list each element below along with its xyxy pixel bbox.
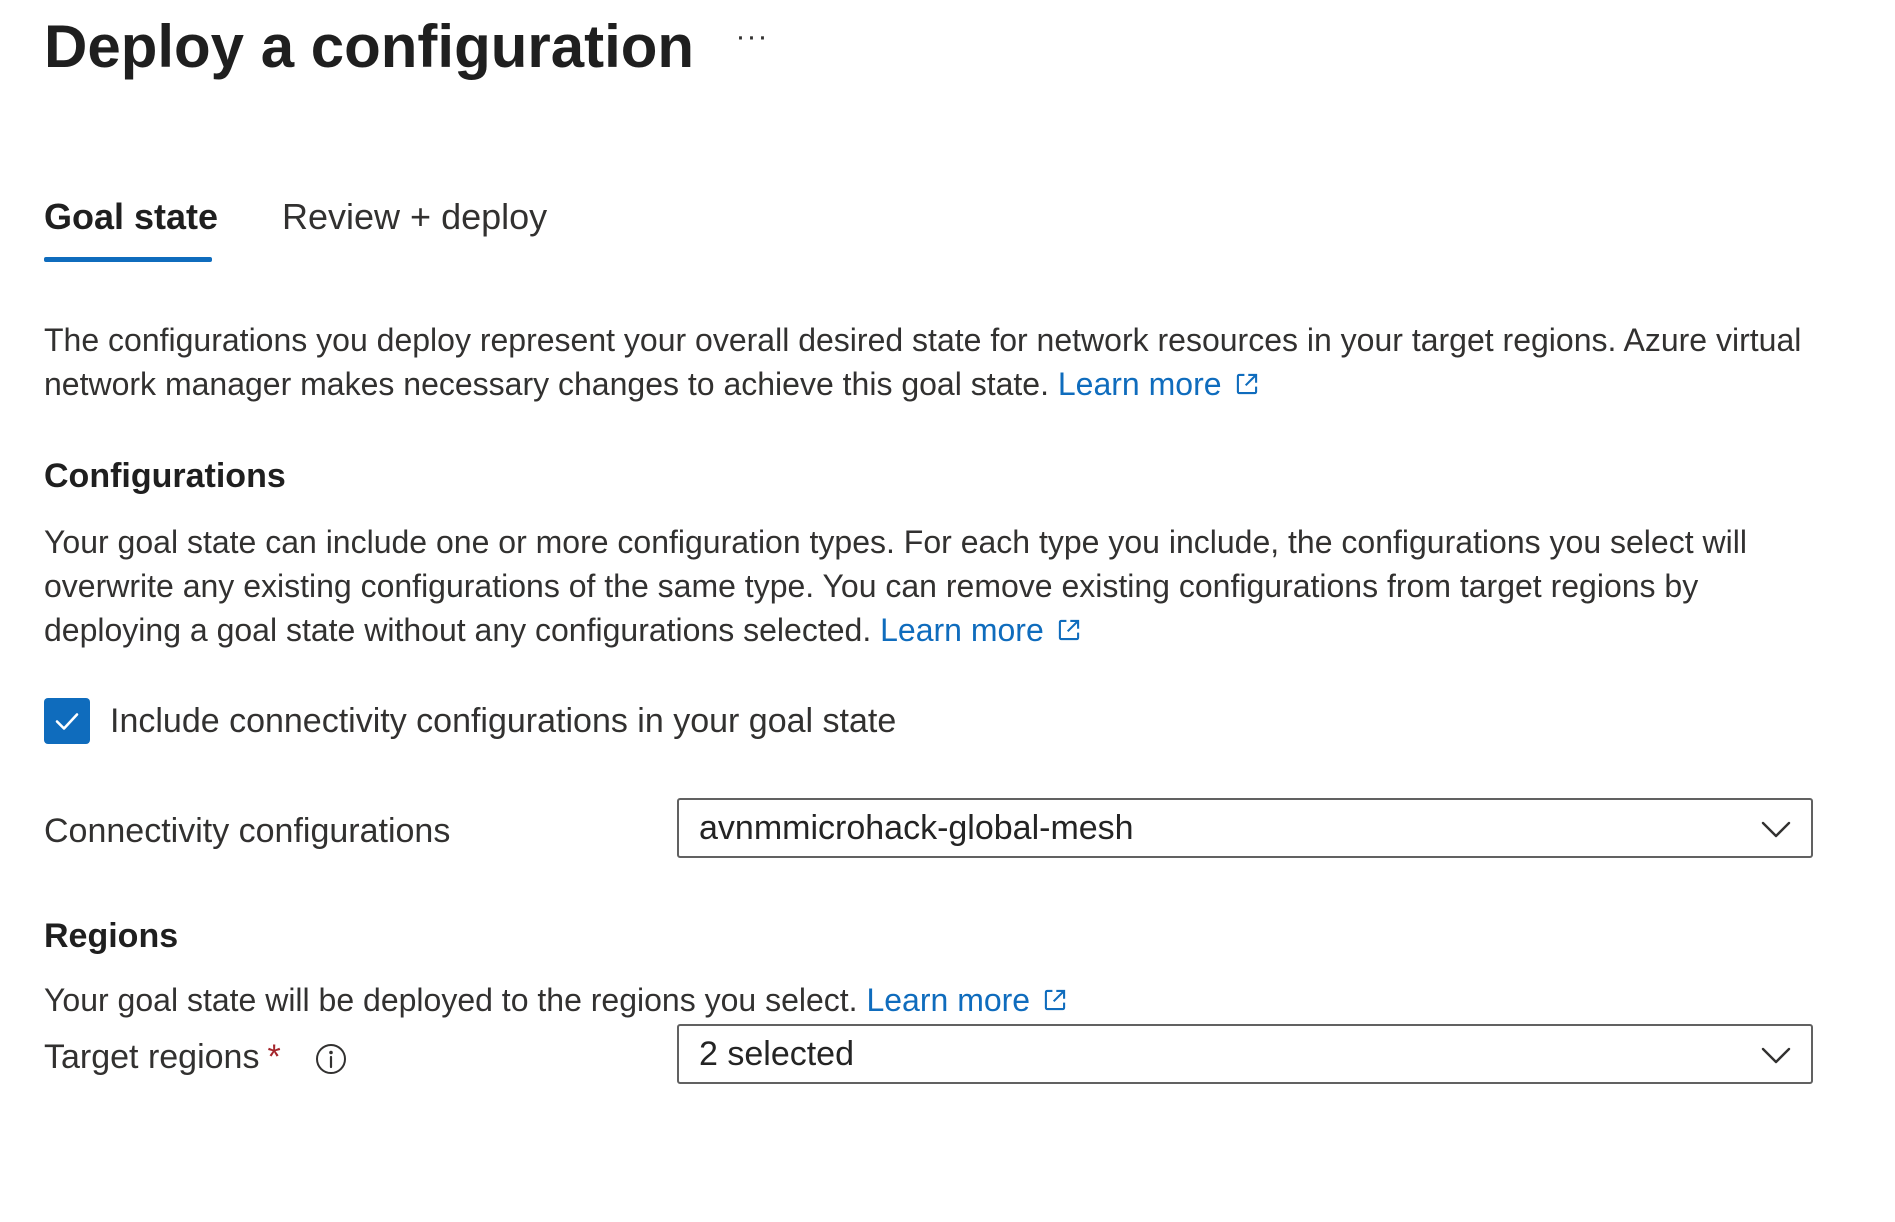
target-regions-dropdown[interactable]: 2 selected <box>677 1024 1813 1084</box>
required-marker: * <box>267 1038 281 1076</box>
configurations-description: Your goal state can include one or more … <box>44 520 1804 652</box>
intro-paragraph: The configurations you deploy represent … <box>44 318 1804 406</box>
checkmark-icon <box>55 713 79 730</box>
more-options-button[interactable]: ··· <box>728 22 776 62</box>
regions-description: Your goal state will be deployed to the … <box>44 978 1804 1022</box>
configurations-learn-more-label: Learn more <box>880 612 1044 648</box>
external-link-icon <box>1058 619 1079 641</box>
include-connectivity-checkbox[interactable] <box>44 698 90 744</box>
include-connectivity-label: Include connectivity configurations in y… <box>110 702 897 740</box>
connectivity-configurations-dropdown[interactable]: avnmmicrohack-global-mesh <box>677 798 1813 858</box>
connectivity-configurations-value: avnmmicrohack-global-mesh <box>699 809 1134 847</box>
tab-goal-state-label: Goal state <box>44 196 219 237</box>
configurations-learn-more-link[interactable]: Learn more <box>880 612 1082 648</box>
target-regions-label-text: Target regions <box>44 1038 260 1076</box>
intro-text: The configurations you deploy represent … <box>44 322 1802 402</box>
external-link-icon <box>1236 373 1257 395</box>
page-title: Deploy a configuration <box>44 13 695 80</box>
regions-learn-more-link[interactable]: Learn more <box>866 982 1068 1018</box>
target-regions-value: 2 selected <box>699 1035 854 1073</box>
regions-description-text: Your goal state will be deployed to the … <box>44 982 858 1018</box>
info-icon[interactable] <box>314 1042 348 1076</box>
chevron-down-icon <box>1761 821 1791 838</box>
regions-learn-more-label: Learn more <box>866 982 1031 1018</box>
intro-learn-more-label: Learn more <box>1057 366 1222 402</box>
target-regions-label: Target regions * <box>44 1034 281 1080</box>
tab-review-deploy[interactable]: Review + deploy <box>282 190 552 262</box>
tab-goal-state[interactable]: Goal state <box>44 190 218 262</box>
connectivity-configurations-label: Connectivity configurations <box>44 812 451 850</box>
configurations-heading: Configurations <box>44 457 286 495</box>
active-tab-indicator <box>44 257 212 262</box>
chevron-down-icon <box>1761 1047 1791 1064</box>
external-link-icon <box>1044 989 1066 1011</box>
regions-heading: Regions <box>44 917 179 955</box>
tab-review-deploy-label: Review + deploy <box>282 196 548 237</box>
intro-learn-more-link[interactable]: Learn more <box>1058 366 1260 402</box>
